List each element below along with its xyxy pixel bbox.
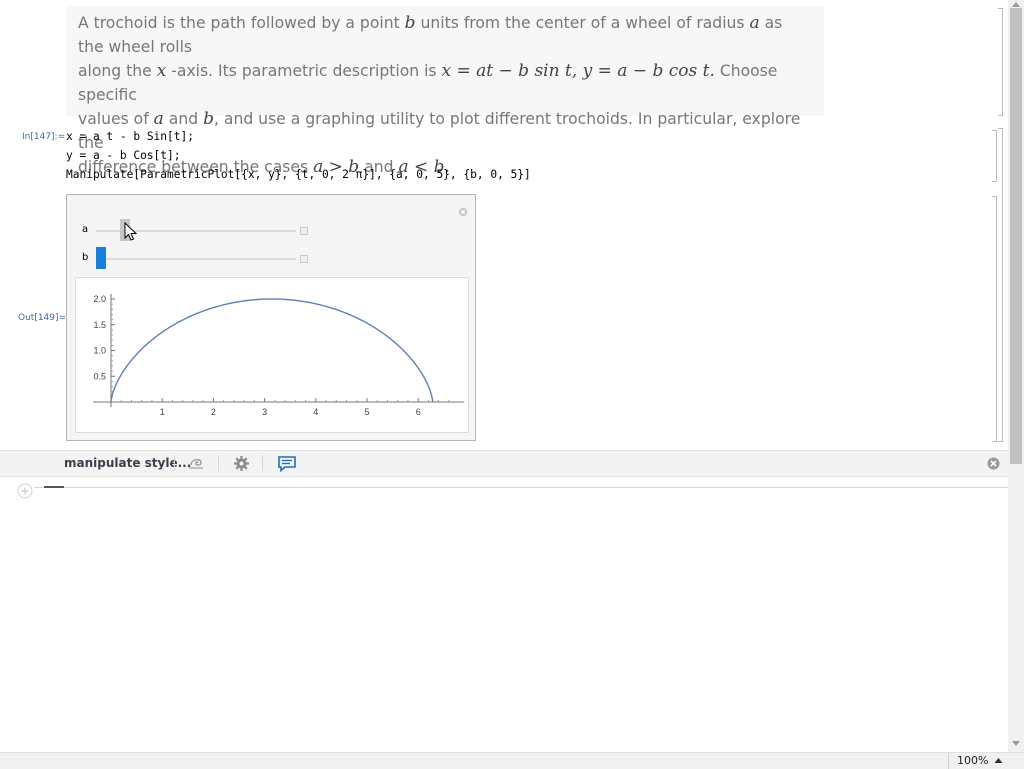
vertical-scroll-thumb[interactable] bbox=[1010, 8, 1022, 464]
x-tick-label: 4 bbox=[313, 407, 318, 417]
slider-b-track[interactable] bbox=[96, 258, 296, 260]
status-bar: 100% bbox=[0, 752, 1024, 769]
x-tick-label: 6 bbox=[416, 407, 421, 417]
suggestions-bar: manipulate style... bbox=[0, 450, 1008, 477]
toolbar-divider bbox=[174, 455, 175, 471]
slider-a-label: a bbox=[82, 224, 89, 235]
close-suggestions-icon[interactable] bbox=[987, 457, 1000, 470]
plus-circle-icon[interactable] bbox=[17, 483, 34, 500]
code-line-3: Manipulate[ParametricPlot[{x, y}, {t, 0,… bbox=[66, 168, 531, 181]
x-tick-label: 3 bbox=[262, 407, 267, 417]
manipulate-panel: a b 1 2 3 4 5 6 0.5 1.0 1.5 2.0 bbox=[66, 194, 476, 441]
parametric-equation: x = at − b sin t, y = a − b cos t. bbox=[441, 61, 715, 81]
input-code[interactable]: x = a t - b Sin[t]; y = a - b Cos[t]; Mani… bbox=[66, 127, 531, 184]
toolbar-divider bbox=[262, 455, 263, 471]
toolbar-divider bbox=[218, 455, 219, 471]
text-line-1: A trochoid is the path followed by a poi… bbox=[78, 13, 783, 56]
slider-a-expand-button[interactable] bbox=[300, 227, 308, 235]
text-cell-bracket[interactable] bbox=[998, 8, 1003, 116]
slider-b-expand-button[interactable] bbox=[300, 255, 308, 263]
trochoid-curve bbox=[110, 298, 434, 402]
mouse-cursor-icon bbox=[124, 222, 138, 241]
x-tick-label: 5 bbox=[364, 407, 369, 417]
status-divider bbox=[948, 753, 949, 769]
y-tick-label: 1.5 bbox=[93, 320, 106, 330]
cell-insertion-line[interactable] bbox=[34, 487, 1008, 488]
text-line-2: along the x -axis. Its parametric descri… bbox=[78, 61, 778, 104]
input-cell-bracket[interactable] bbox=[992, 130, 997, 182]
x-tick-label: 1 bbox=[160, 407, 165, 417]
text-cell[interactable]: A trochoid is the path followed by a poi… bbox=[66, 6, 824, 177]
parametric-plot[interactable]: 1 2 3 4 5 6 0.5 1.0 1.5 2.0 bbox=[76, 278, 468, 432]
x-tick-label: 2 bbox=[211, 407, 216, 417]
y-tick-label: 0.5 bbox=[93, 371, 106, 381]
input-label: In[147]:= bbox=[22, 132, 66, 142]
zoom-level[interactable]: 100% bbox=[957, 754, 988, 767]
text-cursor bbox=[44, 486, 64, 488]
zoom-up-arrow-icon[interactable] bbox=[994, 757, 1003, 764]
scroll-up-arrow-icon[interactable] bbox=[1011, 0, 1021, 8]
output-cell-bracket[interactable] bbox=[992, 196, 997, 442]
close-circle-icon[interactable] bbox=[458, 207, 468, 217]
y-tick-label: 2.0 bbox=[93, 294, 106, 304]
scroll-down-arrow-icon[interactable] bbox=[1011, 740, 1021, 748]
slider-b-thumb[interactable] bbox=[96, 247, 106, 269]
spiral-icon[interactable] bbox=[188, 456, 206, 470]
suggestion-manipulate-style[interactable]: manipulate style... bbox=[64, 456, 191, 470]
gear-icon[interactable] bbox=[233, 455, 250, 472]
group-bracket[interactable] bbox=[998, 128, 1003, 442]
y-tick-label: 1.0 bbox=[93, 346, 106, 356]
slider-b-label: b bbox=[82, 252, 89, 263]
chat-icon[interactable] bbox=[277, 455, 297, 472]
code-line-2: y = a - b Cos[t]; bbox=[66, 149, 181, 162]
plot-frame: 1 2 3 4 5 6 0.5 1.0 1.5 2.0 bbox=[75, 277, 469, 433]
code-line-1: x = a t - b Sin[t]; bbox=[66, 130, 194, 143]
output-label: Out[149]= bbox=[18, 313, 67, 323]
